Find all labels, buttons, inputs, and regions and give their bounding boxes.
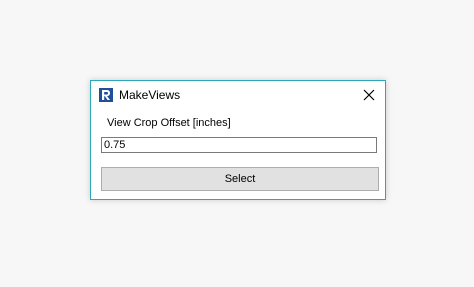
window-title: MakeViews	[119, 88, 181, 102]
title-bar[interactable]: MakeViews	[91, 81, 385, 109]
revit-icon	[99, 88, 113, 102]
select-button[interactable]: Select	[101, 167, 379, 191]
crop-offset-input[interactable]	[101, 137, 377, 153]
crop-offset-label: View Crop Offset [inches]	[107, 117, 231, 129]
close-icon[interactable]	[359, 85, 379, 105]
makeviews-dialog: MakeViews View Crop Offset [inches] Sele…	[90, 80, 386, 200]
